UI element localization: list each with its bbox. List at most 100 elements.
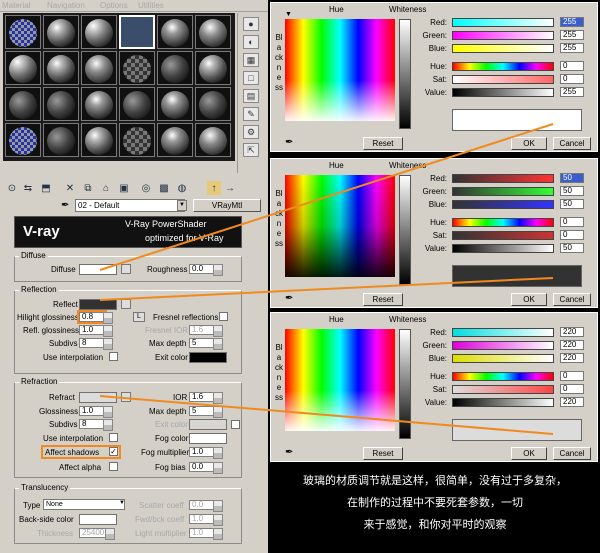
menu-material[interactable]: Material [2,1,30,10]
reflect-map-button[interactable] [121,299,131,309]
material-name-input[interactable]: 02 - Default [75,199,185,212]
sample-slot[interactable] [195,123,231,157]
eyedropper-icon[interactable]: ✒ [61,200,69,211]
sat-value[interactable]: 0 [560,384,584,394]
blue-slider[interactable] [452,44,554,53]
max-depth-spinner[interactable]: 5 [189,338,223,350]
value-value[interactable]: 220 [560,397,584,407]
sample-slot[interactable] [195,51,231,85]
hue-picker[interactable] [285,329,395,431]
diffuse-map-button[interactable] [121,264,131,274]
sat-slider[interactable] [452,231,554,240]
put-to-scene-icon[interactable]: ⇆ [21,181,35,195]
hue-picker[interactable] [285,175,395,277]
green-slider[interactable] [452,187,554,196]
show-end-result-icon[interactable]: ◍ [175,181,189,195]
fresnel-ior-spinner[interactable]: 1.6 [189,325,223,337]
thickness-spinner[interactable]: 25400 [79,528,115,540]
sat-value[interactable]: 0 [560,74,584,84]
sample-slot[interactable] [157,15,193,49]
affect-shadows-checkbox[interactable]: ✓ [109,447,118,456]
diffuse-color-swatch[interactable] [79,264,117,275]
value-slider[interactable] [452,398,554,407]
lock-l-button[interactable]: L [133,312,145,322]
back-side-color-swatch[interactable] [79,514,117,525]
affect-alpha-checkbox[interactable] [109,462,118,471]
cancel-button[interactable]: Cancel [553,447,591,460]
sample-slot[interactable] [43,123,79,157]
fog-bias-spinner[interactable]: 0.0 [189,462,223,474]
assign-material-icon[interactable]: ⬒ [39,181,53,195]
sample-slot[interactable] [195,87,231,121]
green-value[interactable]: 50 [560,186,584,196]
red-value[interactable]: 220 [560,327,584,337]
hue-value[interactable]: 0 [560,217,584,227]
fwd-bck-coeff-spinner[interactable]: 1.0 [189,514,223,526]
menu-options[interactable]: Options [100,1,128,10]
sample-slot[interactable] [81,123,117,157]
max-depth-spinner[interactable]: 5 [189,406,223,418]
backlight-icon[interactable]: ◐ [243,35,259,49]
ok-button[interactable]: OK [511,137,547,150]
value-slider[interactable] [452,88,554,97]
subdivs-spinner[interactable]: 8 [79,338,113,350]
sample-slot[interactable] [5,87,41,121]
blue-value[interactable]: 255 [560,43,584,53]
sample-slot[interactable] [81,51,117,85]
red-slider[interactable] [452,328,554,337]
fog-color-swatch[interactable] [189,433,227,444]
refl-glossiness-spinner[interactable]: 1.0 [79,325,113,337]
sample-slot[interactable] [119,87,155,121]
put-to-library-icon[interactable]: ▣ [117,181,131,195]
sample-type-icon[interactable]: ● [243,17,259,31]
get-material-icon[interactable]: ⊙ [5,181,19,195]
sample-slot[interactable] [119,123,155,157]
green-value[interactable]: 255 [560,30,584,40]
ior-spinner[interactable]: 1.6 [189,392,223,404]
red-value[interactable]: 255 [560,17,584,27]
exit-color-checkbox[interactable] [231,420,240,429]
exit-color-swatch[interactable] [189,419,227,430]
exit-color-swatch[interactable] [189,352,227,363]
value-value[interactable]: 255 [560,87,584,97]
sample-slot[interactable] [5,123,41,157]
green-value[interactable]: 220 [560,340,584,350]
sat-value[interactable]: 0 [560,230,584,240]
refract-map-button[interactable] [121,392,131,402]
sample-slot[interactable] [157,87,193,121]
copy-material-icon[interactable]: ⧉ [81,181,95,195]
make-preview-icon[interactable]: ✎ [243,107,259,121]
glossiness-spinner[interactable]: 1.0 [79,406,113,418]
sample-slot[interactable] [81,15,117,49]
eyedropper-icon[interactable]: ✒ [285,137,293,148]
material-effects-icon[interactable]: ◎ [139,181,153,195]
green-slider[interactable] [452,341,554,350]
hue-arrow-icon[interactable]: ▼ [285,11,292,18]
sample-slot[interactable] [43,15,79,49]
use-interpolation-checkbox[interactable] [109,352,118,361]
sample-slot[interactable] [195,15,231,49]
whiteness-bar[interactable] [399,329,411,439]
menu-navigation[interactable]: Navigation [47,1,85,10]
ok-button[interactable]: OK [511,293,547,306]
go-forward-sibling-icon[interactable]: → [223,181,237,195]
hue-slider[interactable] [452,62,554,71]
sample-slot[interactable] [5,15,41,49]
background-checker-icon[interactable]: ▦ [243,53,259,67]
go-to-parent-icon[interactable]: ↑ [207,181,221,195]
reset-icon[interactable]: ✕ [63,181,77,195]
hilight-glossiness-spinner[interactable]: 0.8 [77,310,113,324]
scatter-coeff-spinner[interactable]: 0.0 [189,500,223,512]
sample-slot[interactable] [81,87,117,121]
reset-button[interactable]: Reset [363,447,403,460]
blue-value[interactable]: 50 [560,199,584,209]
cancel-button[interactable]: Cancel [553,293,591,306]
sat-slider[interactable] [452,75,554,84]
green-slider[interactable] [452,31,554,40]
value-slider[interactable] [452,244,554,253]
whiteness-bar[interactable] [399,19,411,129]
ok-button[interactable]: OK [511,447,547,460]
select-by-material-icon[interactable]: ⇱ [243,143,259,157]
eyedropper-icon[interactable]: ✒ [285,293,293,304]
whiteness-bar[interactable] [399,175,411,285]
